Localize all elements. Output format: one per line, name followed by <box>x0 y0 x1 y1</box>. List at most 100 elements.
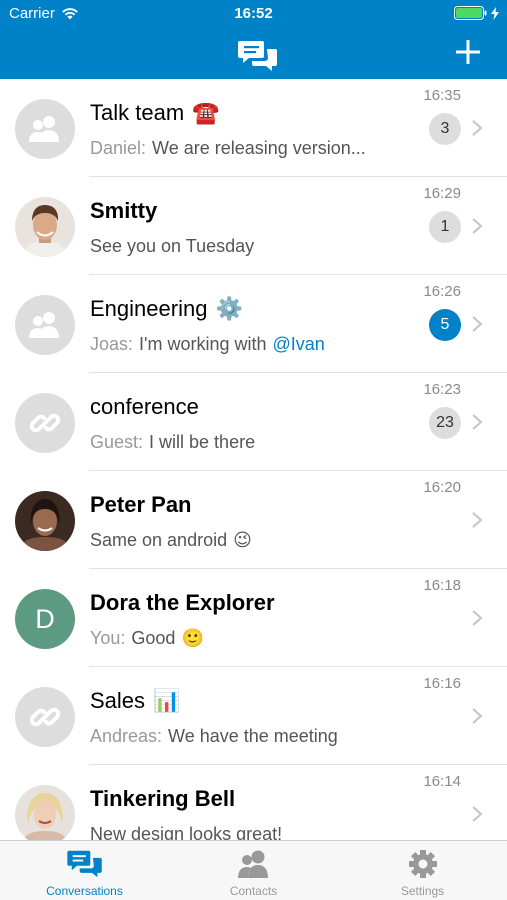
mention-link[interactable]: @Ivan <box>273 334 325 355</box>
gear-icon <box>409 850 437 878</box>
conversation-title: Sales 📊 <box>90 688 180 714</box>
message-text: I'm working with <box>139 334 267 354</box>
tab-contacts[interactable]: Contacts <box>169 841 338 900</box>
chevron-right-icon <box>472 708 483 724</box>
conversation-row[interactable]: D Dora the Explorer You: Good 🙂 16:18 <box>0 569 507 667</box>
unread-mention-badge: 5 <box>429 309 461 341</box>
chevron-right-icon <box>472 414 483 430</box>
last-message: See you on Tuesday <box>90 236 254 257</box>
chart-emoji: 📊 <box>153 688 181 713</box>
chevron-right-icon <box>472 316 483 332</box>
smile-emoji: 🙂 <box>181 628 204 648</box>
battery-indicator <box>454 6 499 20</box>
conversation-row[interactable]: Peter Pan Same on android 😉 16:20 <box>0 471 507 569</box>
telephone-emoji: ☎️ <box>192 100 220 125</box>
link-icon <box>29 413 61 433</box>
conversations-icon <box>238 41 277 71</box>
conversation-title: Smitty <box>90 198 157 224</box>
conversation-list[interactable]: Talk team ☎️ Daniel: We are releasing ve… <box>0 79 507 840</box>
link-icon <box>29 707 61 727</box>
last-message: You: Good 🙂 <box>90 628 204 649</box>
last-message: Andreas: We have the meeting <box>90 726 338 747</box>
message-text: Same on android <box>90 530 228 550</box>
message-time: 16:20 <box>423 479 461 496</box>
status-bar: Carrier 16:52 <box>0 0 507 28</box>
conversation-name: Peter Pan <box>90 492 192 517</box>
public-link-avatar <box>15 393 75 453</box>
tab-label: Contacts <box>229 884 278 898</box>
conversation-name: Talk team <box>90 100 185 125</box>
letter-avatar: D <box>15 589 75 649</box>
conversation-title: Tinkering Bell <box>90 786 235 812</box>
navigation-bar <box>0 28 507 79</box>
message-sender: You: <box>90 628 126 648</box>
conversation-name: Dora the Explorer <box>90 590 275 615</box>
user-avatar <box>15 785 75 840</box>
gear-emoji: ⚙️ <box>215 296 243 321</box>
user-avatar <box>15 491 75 551</box>
plus-icon[interactable] <box>453 37 483 67</box>
last-message: Joas: I'm working with @Ivan <box>90 334 325 355</box>
conversation-row[interactable]: Smitty See you on Tuesday 16:29 1 <box>0 177 507 275</box>
conversation-row[interactable]: Engineering ⚙️ Joas: I'm working with @I… <box>0 275 507 373</box>
message-text: Good <box>131 628 176 648</box>
message-time: 16:23 <box>423 381 461 398</box>
message-sender: Guest: <box>90 432 144 452</box>
conversation-row[interactable]: Talk team ☎️ Daniel: We are releasing ve… <box>0 79 507 177</box>
conversation-row[interactable]: Sales 📊 Andreas: We have the meeting 16:… <box>0 667 507 765</box>
contacts-icon <box>238 850 268 878</box>
conversation-name: Smitty <box>90 198 158 223</box>
last-message: Same on android 😉 <box>90 530 252 551</box>
message-time: 16:14 <box>423 773 461 790</box>
tab-bar: Conversations Contacts Settings <box>0 840 507 900</box>
tab-conversations[interactable]: Conversations <box>0 841 169 900</box>
message-text: We are releasing version... <box>152 138 366 158</box>
chevron-right-icon <box>472 512 483 528</box>
message-sender: Daniel: <box>90 138 147 158</box>
conversation-name: Sales <box>90 688 146 713</box>
conversation-row[interactable]: Tinkering Bell New design looks great! 1… <box>0 765 507 840</box>
wink-emoji: 😉 <box>233 530 252 550</box>
group-icon <box>29 312 59 338</box>
message-time: 16:26 <box>423 283 461 300</box>
unread-badge: 3 <box>429 113 461 145</box>
message-time: 16:16 <box>423 675 461 692</box>
tab-label: Settings <box>400 884 445 898</box>
message-sender: Joas: <box>90 334 134 354</box>
tab-settings[interactable]: Settings <box>338 841 507 900</box>
unread-badge: 23 <box>429 407 461 439</box>
message-sender: Andreas: <box>90 726 163 746</box>
last-message: New design looks great! <box>90 824 282 840</box>
chevron-right-icon <box>472 120 483 136</box>
tab-label: Conversations <box>46 884 123 898</box>
message-time: 16:35 <box>423 87 461 104</box>
conversation-title: Dora the Explorer <box>90 590 275 616</box>
person-photo <box>15 491 75 551</box>
message-time: 16:18 <box>423 577 461 594</box>
conversation-name: Engineering <box>90 296 208 321</box>
last-message: Daniel: We are releasing version... <box>90 138 366 159</box>
chevron-right-icon <box>472 218 483 234</box>
charging-bolt-icon <box>491 6 499 20</box>
last-message: Guest: I will be there <box>90 432 255 453</box>
message-text: See you on Tuesday <box>90 236 255 256</box>
person-photo <box>15 197 75 257</box>
clock: 16:52 <box>234 5 273 22</box>
conversation-row[interactable]: conference Guest: I will be there 16:23 … <box>0 373 507 471</box>
conversation-title: Talk team ☎️ <box>90 100 220 126</box>
battery-icon <box>454 6 487 20</box>
conversation-name: conference <box>90 394 199 419</box>
person-photo <box>15 785 75 840</box>
conversation-title: Peter Pan <box>90 492 192 518</box>
group-icon <box>29 116 59 142</box>
message-text: I will be there <box>149 432 256 452</box>
conversation-title: Engineering ⚙️ <box>90 296 243 322</box>
chevron-right-icon <box>472 806 483 822</box>
group-avatar <box>15 99 75 159</box>
message-time: 16:29 <box>423 185 461 202</box>
public-link-avatar <box>15 687 75 747</box>
conversation-name: Tinkering Bell <box>90 786 236 811</box>
user-avatar <box>15 197 75 257</box>
unread-badge: 1 <box>429 211 461 243</box>
conversation-title: conference <box>90 394 199 420</box>
